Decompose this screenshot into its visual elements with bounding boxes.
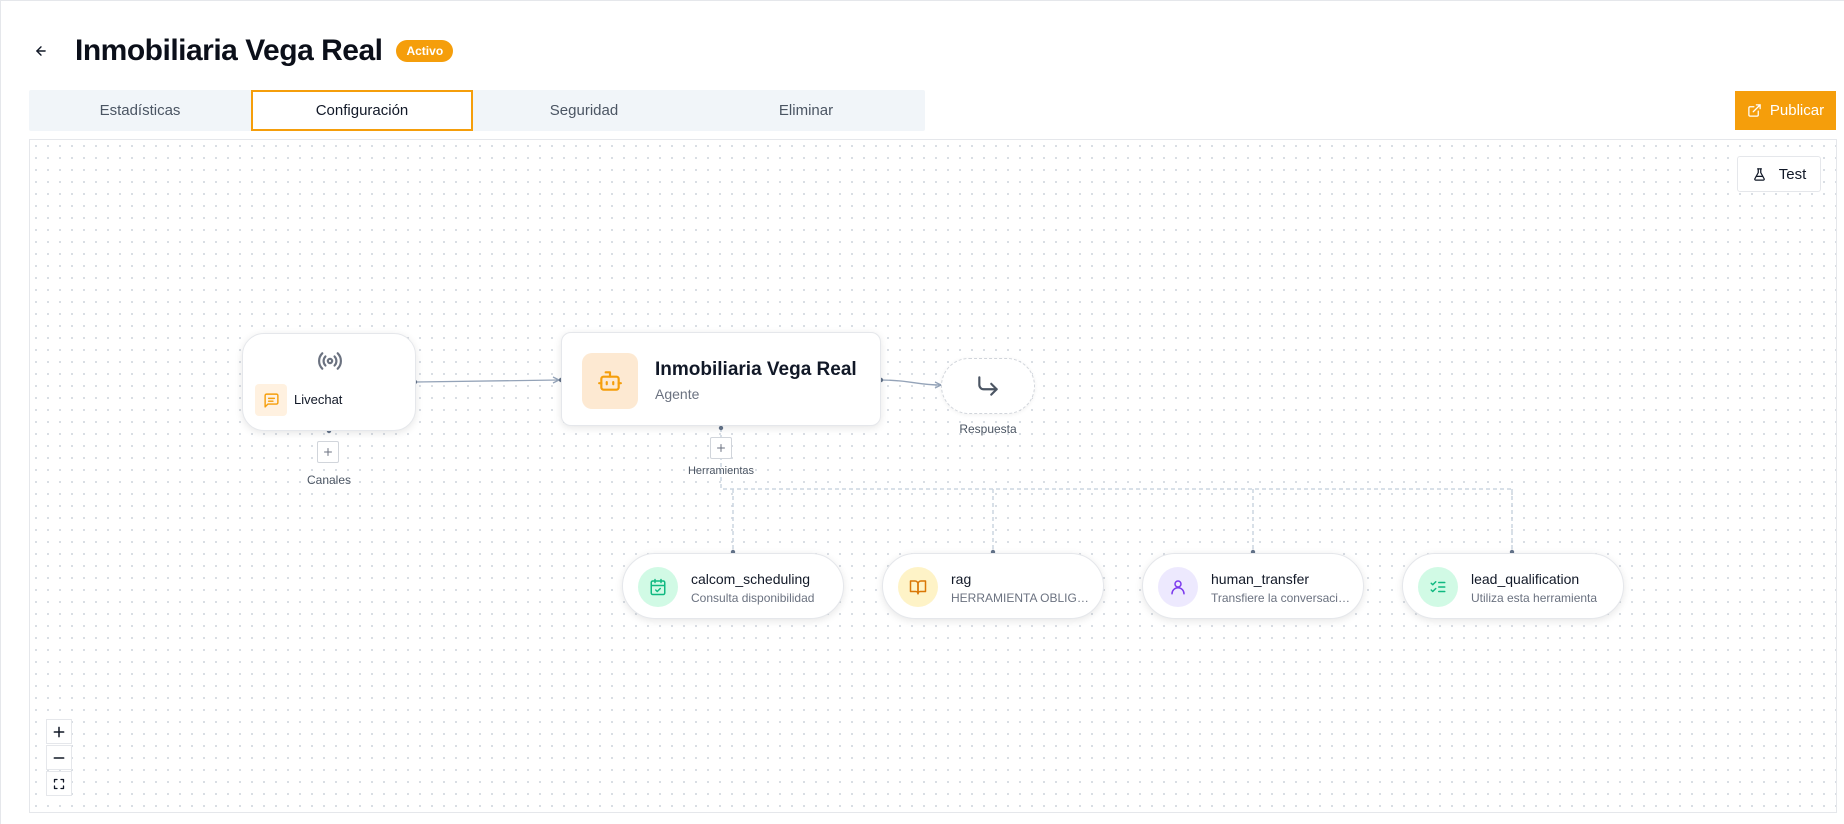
tool-description: Transfiere la conversación (1211, 591, 1351, 605)
add-tool-button[interactable] (710, 437, 732, 459)
tool-node-rag[interactable]: rag HERRAMIENTA OBLIGATORIA (882, 553, 1104, 619)
tool-name: rag (951, 571, 972, 587)
add-channel-button[interactable] (317, 441, 339, 463)
minus-icon (53, 756, 65, 759)
agent-node[interactable]: Inmobiliaria Vega Real Agente (561, 332, 881, 426)
broadcast-icon (315, 346, 345, 376)
channel-node[interactable]: Livechat (242, 333, 416, 431)
tool-node-human-transfer[interactable]: human_transfer Transfiere la conversació… (1142, 553, 1364, 619)
corner-down-right-icon (978, 376, 998, 396)
page-header: Inmobiliaria Vega Real Activo (29, 29, 454, 73)
tab-bar: Estadísticas Configuración Seguridad Eli… (29, 90, 925, 131)
plus-icon (717, 444, 725, 452)
response-node[interactable] (941, 358, 1035, 414)
tool-description: HERRAMIENTA OBLIGATORIA (951, 591, 1091, 605)
tool-name: calcom_scheduling (691, 571, 811, 587)
tool-name: lead_qualification (1471, 571, 1580, 587)
plus-icon (53, 726, 65, 737)
zoom-out-button[interactable] (46, 745, 72, 770)
agent-type: Agente (655, 386, 700, 402)
tab-seguridad[interactable]: Seguridad (473, 90, 695, 131)
tab-configuracion[interactable]: Configuración (251, 90, 473, 131)
arrow-left-icon (36, 46, 46, 56)
tab-eliminar[interactable]: Eliminar (695, 90, 917, 131)
tool-node-calcom-scheduling[interactable]: calcom_scheduling Consulta disponibilida… (622, 553, 844, 619)
zoom-in-button[interactable] (46, 719, 72, 744)
calendar-check-icon (638, 567, 678, 607)
status-badge: Activo (396, 40, 454, 62)
plus-icon (324, 448, 332, 456)
list-checks-icon (1418, 567, 1458, 607)
publish-button[interactable]: Publicar (1735, 91, 1836, 130)
agent-name: Inmobiliaria Vega Real (655, 359, 857, 380)
tool-description: Consulta disponibilidad (691, 591, 815, 605)
back-button[interactable] (29, 39, 53, 63)
tool-name: human_transfer (1211, 571, 1310, 587)
external-link-icon (1748, 104, 1761, 117)
flask-icon (1753, 167, 1765, 181)
tool-description: Utiliza esta herramienta (1471, 591, 1598, 605)
channels-caption: Canales (306, 473, 352, 487)
tab-estadisticas[interactable]: Estadísticas (29, 90, 251, 131)
test-button[interactable]: Test (1737, 156, 1821, 192)
user-icon (1158, 567, 1198, 607)
fit-view-button[interactable] (46, 771, 72, 796)
tool-node-lead-qualification[interactable]: lead_qualification Utiliza esta herramie… (1402, 553, 1624, 619)
zoom-controls (46, 719, 72, 797)
channel-label: Livechat (294, 392, 343, 407)
maximize-icon (53, 778, 65, 789)
response-caption: Respuesta (959, 422, 1017, 436)
message-square-icon (255, 384, 287, 416)
tools-caption: Herramientas (687, 465, 755, 477)
app-page: Inmobiliaria Vega Real Activo Estadístic… (0, 0, 1844, 824)
page-title: Inmobiliaria Vega Real (75, 34, 383, 67)
publish-label: Publicar (1769, 102, 1825, 119)
book-open-icon (898, 567, 938, 607)
test-label: Test (1778, 165, 1807, 183)
bot-icon (582, 353, 638, 409)
